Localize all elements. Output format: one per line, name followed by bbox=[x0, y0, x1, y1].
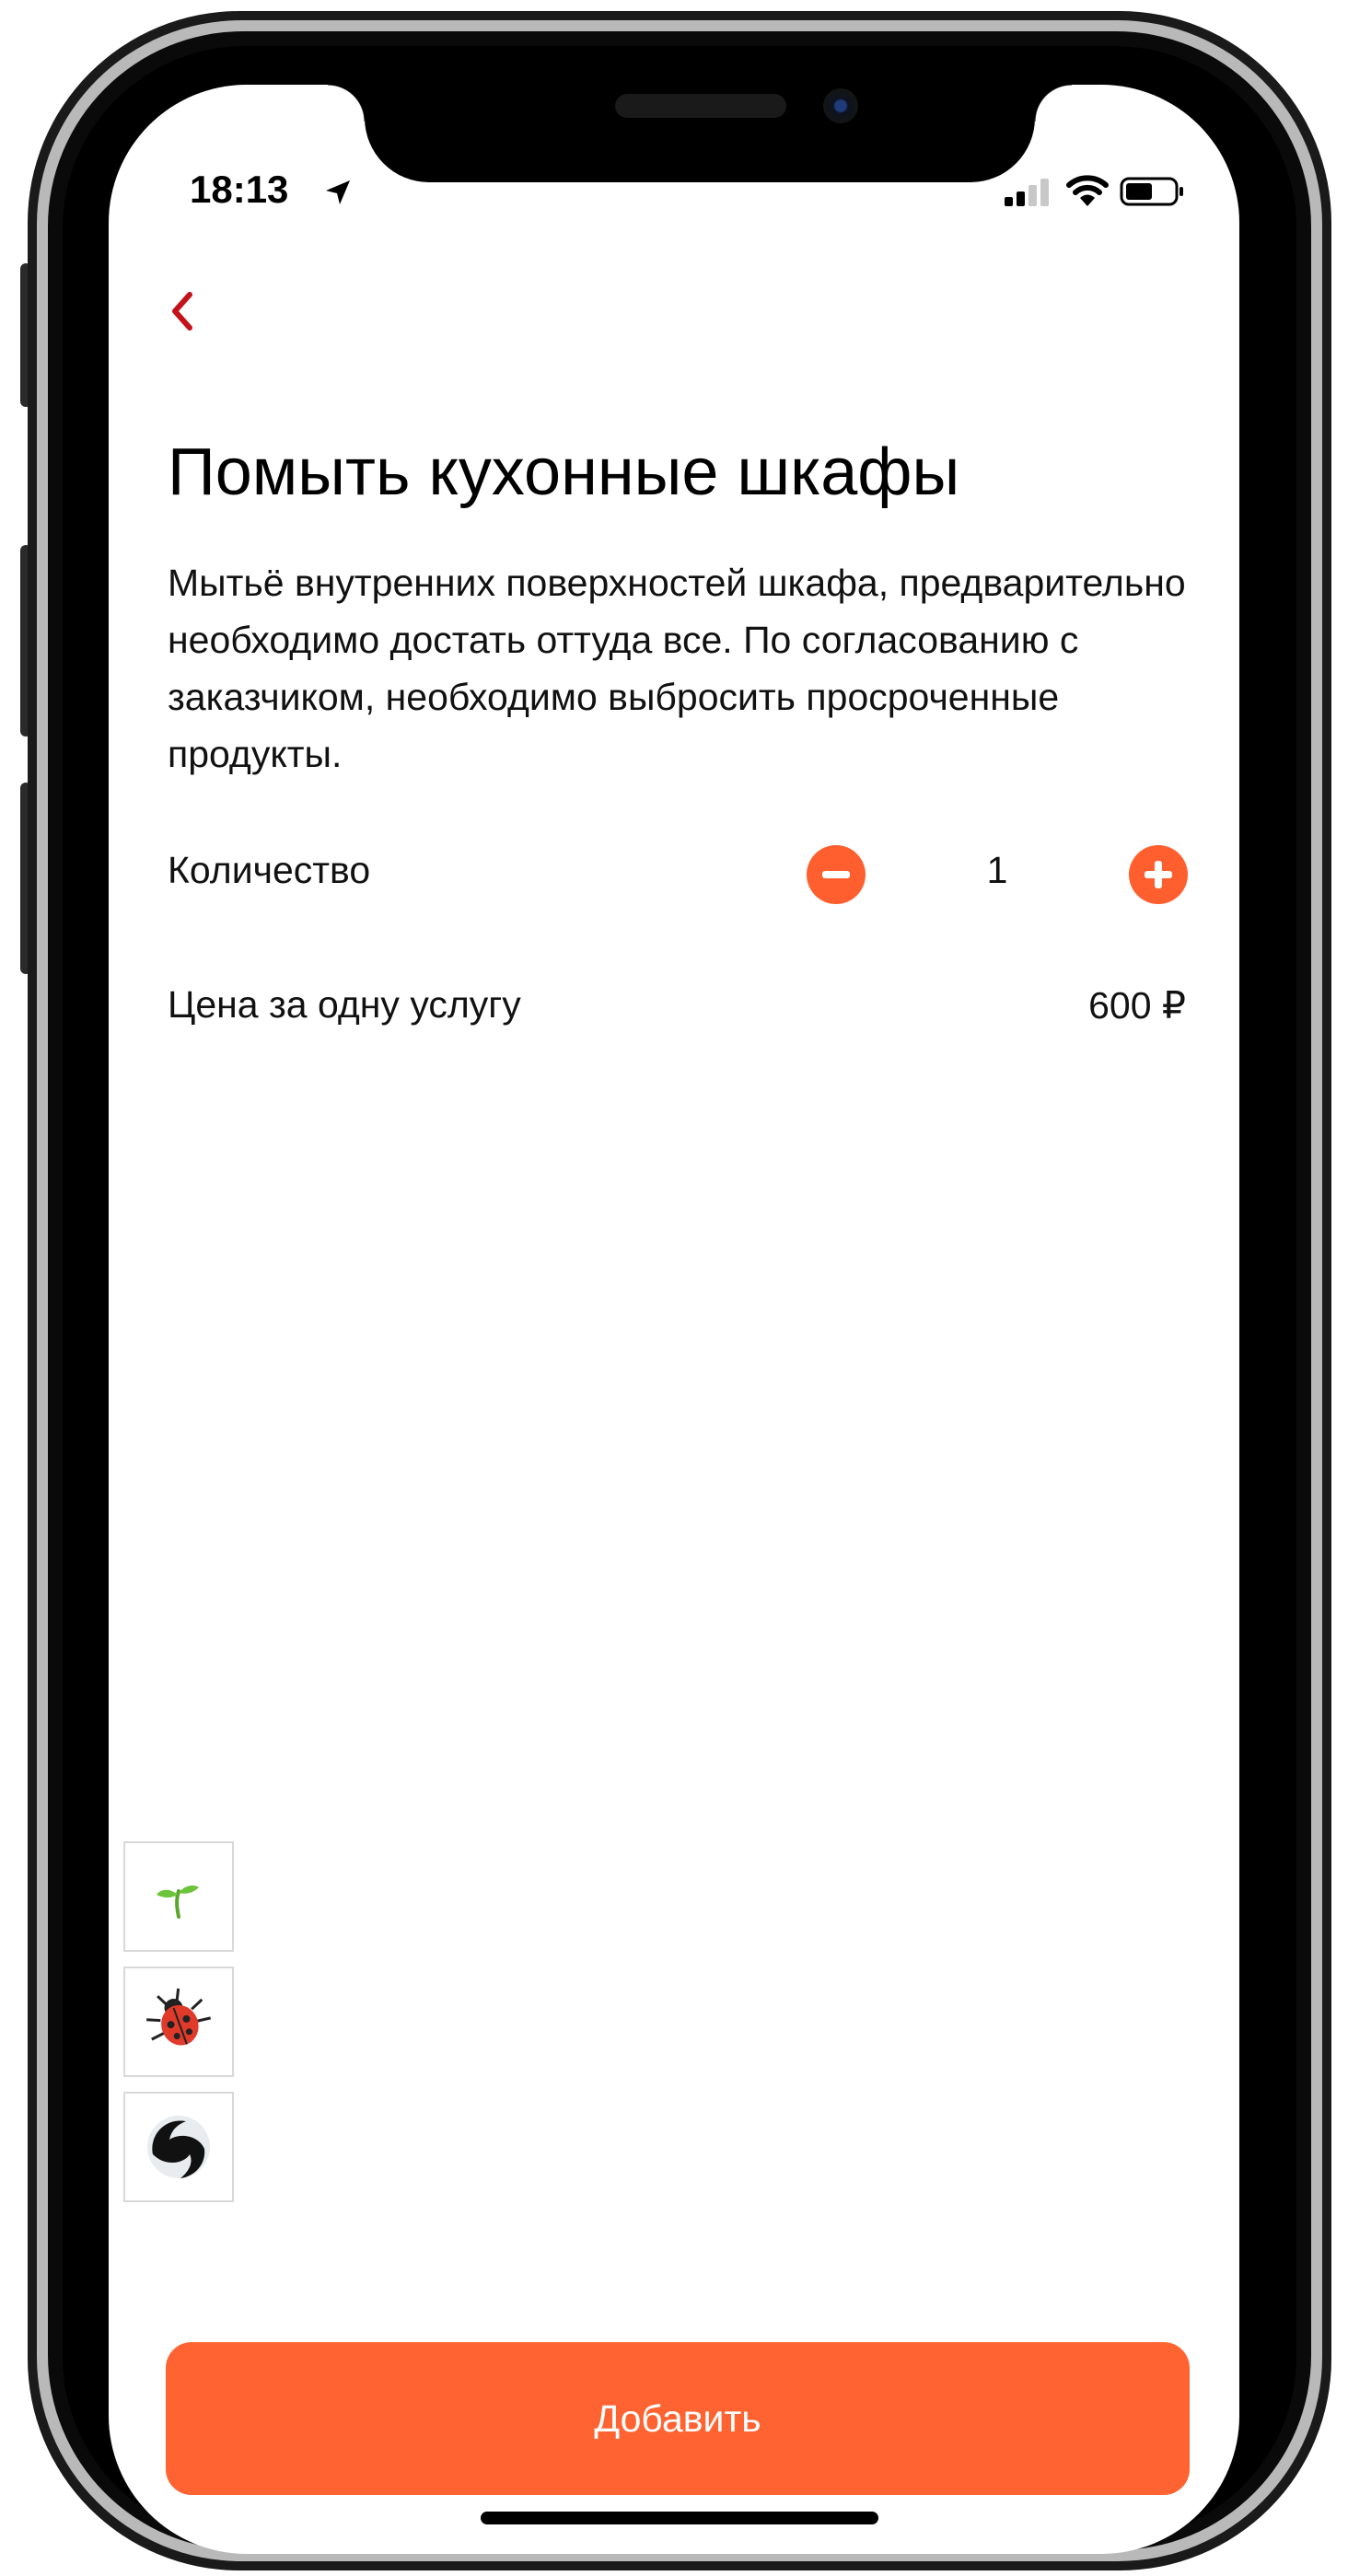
back-button[interactable] bbox=[164, 285, 204, 337]
side-toolbar bbox=[123, 1841, 234, 2217]
add-button[interactable]: Добавить bbox=[166, 2342, 1190, 2495]
notch bbox=[328, 85, 1072, 182]
chevron-left-icon bbox=[172, 292, 192, 331]
battery-icon bbox=[1120, 177, 1183, 206]
quantity-value: 1 bbox=[986, 849, 1008, 891]
home-indicator bbox=[481, 2512, 878, 2524]
sprout-icon bbox=[157, 1886, 199, 1919]
decrease-quantity-button[interactable] bbox=[807, 845, 866, 904]
swirl-tool-button[interactable] bbox=[123, 2092, 234, 2202]
phone-mockup: 18:13 Помыть кухонные шкафы Мытьё внутре… bbox=[0, 0, 1348, 2576]
page-title: Помыть кухонные шкафы bbox=[168, 435, 960, 509]
service-description: Мытьё внутренних поверхностей шкафа, пре… bbox=[168, 562, 1186, 775]
price-value: 600 ₽ bbox=[1088, 984, 1186, 1027]
app-screen: 18:13 Помыть кухонные шкафы Мытьё внутре… bbox=[109, 85, 1239, 2554]
ladybug-tool-button[interactable] bbox=[123, 1967, 234, 2077]
increase-quantity-button[interactable] bbox=[1129, 845, 1188, 904]
status-time: 18:13 bbox=[190, 168, 289, 211]
sprout-tool-button[interactable] bbox=[123, 1841, 234, 1952]
wifi-icon bbox=[1066, 175, 1109, 206]
location-arrow-icon bbox=[326, 180, 350, 204]
price-label: Цена за одну услугу bbox=[168, 983, 521, 1026]
plus-circle-icon bbox=[1145, 861, 1172, 888]
cellular-signal-icon bbox=[1005, 179, 1049, 206]
front-camera bbox=[823, 88, 858, 123]
speaker-grille bbox=[615, 94, 786, 118]
quantity-label: Количество bbox=[168, 849, 371, 891]
ladybug-icon bbox=[146, 1988, 212, 2046]
minus-circle-icon bbox=[822, 871, 850, 878]
swirl-icon bbox=[147, 2116, 210, 2178]
